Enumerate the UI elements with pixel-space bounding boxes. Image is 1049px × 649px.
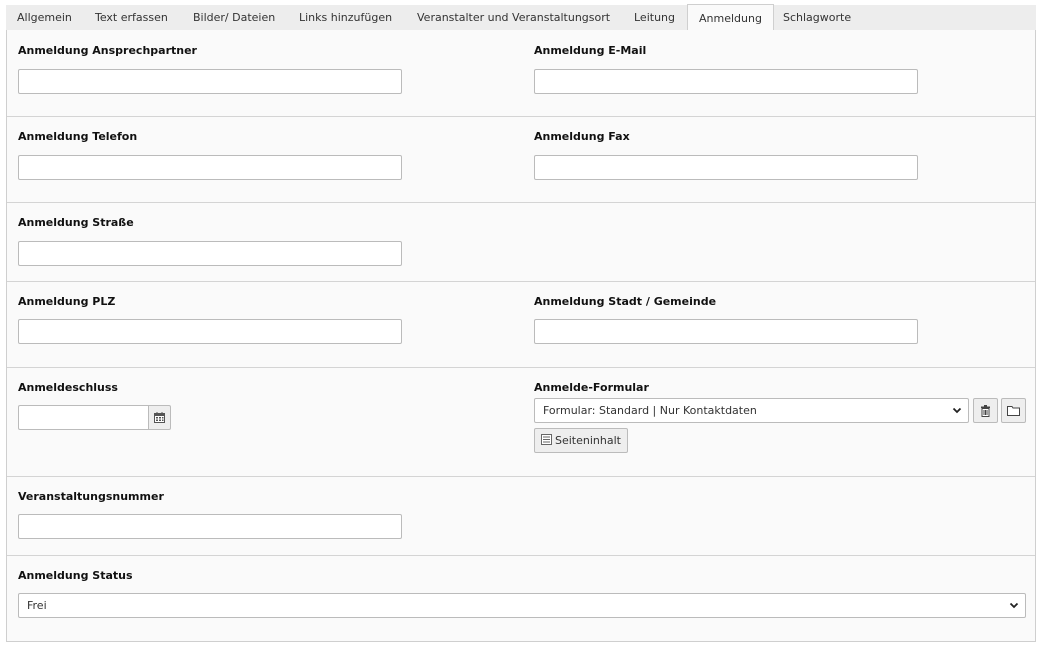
phone-label: Anmeldung Telefon (18, 130, 138, 143)
form-row: Anmeldung Status Frei (7, 556, 1035, 640)
event-number-input[interactable] (18, 514, 402, 539)
contact-person-label: Anmeldung Ansprechpartner (18, 44, 197, 57)
form-row: Anmeldung Telefon Anmeldung Fax (7, 117, 1035, 203)
email-input[interactable] (534, 69, 918, 94)
street-input[interactable] (18, 241, 402, 266)
calendar-button[interactable] (148, 405, 171, 430)
form-select-label: Anmelde-Formular (534, 381, 649, 394)
tab-anmeldung[interactable]: Anmeldung (687, 4, 774, 31)
deadline-input[interactable] (18, 405, 149, 430)
contact-person-input[interactable] (18, 69, 402, 94)
form-select[interactable]: Formular: Standard | Nur Kontaktdaten (534, 398, 969, 423)
tab-schlagworte[interactable]: Schlagworte (772, 5, 862, 31)
fax-input[interactable] (534, 155, 918, 180)
form-row: Anmeldung PLZ Anmeldung Stadt / Gemeinde (7, 282, 1035, 368)
street-label: Anmeldung Straße (18, 216, 134, 229)
tab-veranstalter[interactable]: Veranstalter und Veranstaltungsort (406, 5, 621, 31)
status-label: Anmeldung Status (18, 569, 133, 582)
city-input[interactable] (534, 319, 918, 344)
tab-panel-anmeldung: Anmeldung Ansprechpartner Anmeldung E-Ma… (6, 30, 1036, 642)
tab-leitung[interactable]: Leitung (623, 5, 686, 31)
city-label: Anmeldung Stadt / Gemeinde (534, 295, 717, 308)
form-row: Anmeldeschluss Anmelde-Formular Formular… (7, 368, 1035, 477)
page-content-label: Seiteninhalt (555, 434, 621, 447)
browse-button[interactable] (1001, 398, 1026, 423)
folder-icon (1007, 406, 1020, 416)
event-number-label: Veranstaltungsnummer (18, 490, 164, 503)
tab-bar: Allgemein Text erfassen Bilder/ Dateien … (6, 4, 1036, 31)
status-select[interactable]: Frei (18, 593, 1026, 618)
page-content-icon (541, 434, 552, 445)
chevron-down-icon (952, 407, 962, 414)
status-select-value: Frei (27, 599, 47, 612)
zip-input[interactable] (18, 319, 402, 344)
form-select-value: Formular: Standard | Nur Kontaktdaten (543, 404, 757, 417)
email-label: Anmeldung E-Mail (534, 44, 647, 57)
zip-label: Anmeldung PLZ (18, 295, 116, 308)
delete-button[interactable] (973, 398, 998, 423)
phone-input[interactable] (18, 155, 402, 180)
chevron-down-icon (1009, 602, 1019, 609)
form-row: Anmeldung Ansprechpartner Anmeldung E-Ma… (7, 30, 1035, 117)
tab-allgemein[interactable]: Allgemein (6, 5, 83, 31)
trash-icon (981, 405, 990, 417)
tab-bilder-dateien[interactable]: Bilder/ Dateien (182, 5, 286, 31)
form-row: Veranstaltungsnummer (7, 477, 1035, 556)
form-row: Anmeldung Straße (7, 203, 1035, 282)
deadline-label: Anmeldeschluss (18, 381, 118, 394)
tab-links-hinzufuegen[interactable]: Links hinzufügen (288, 5, 403, 31)
tab-text-erfassen[interactable]: Text erfassen (84, 5, 179, 31)
calendar-icon (154, 412, 165, 423)
fax-label: Anmeldung Fax (534, 130, 630, 143)
page-content-button[interactable]: Seiteninhalt (534, 428, 628, 453)
